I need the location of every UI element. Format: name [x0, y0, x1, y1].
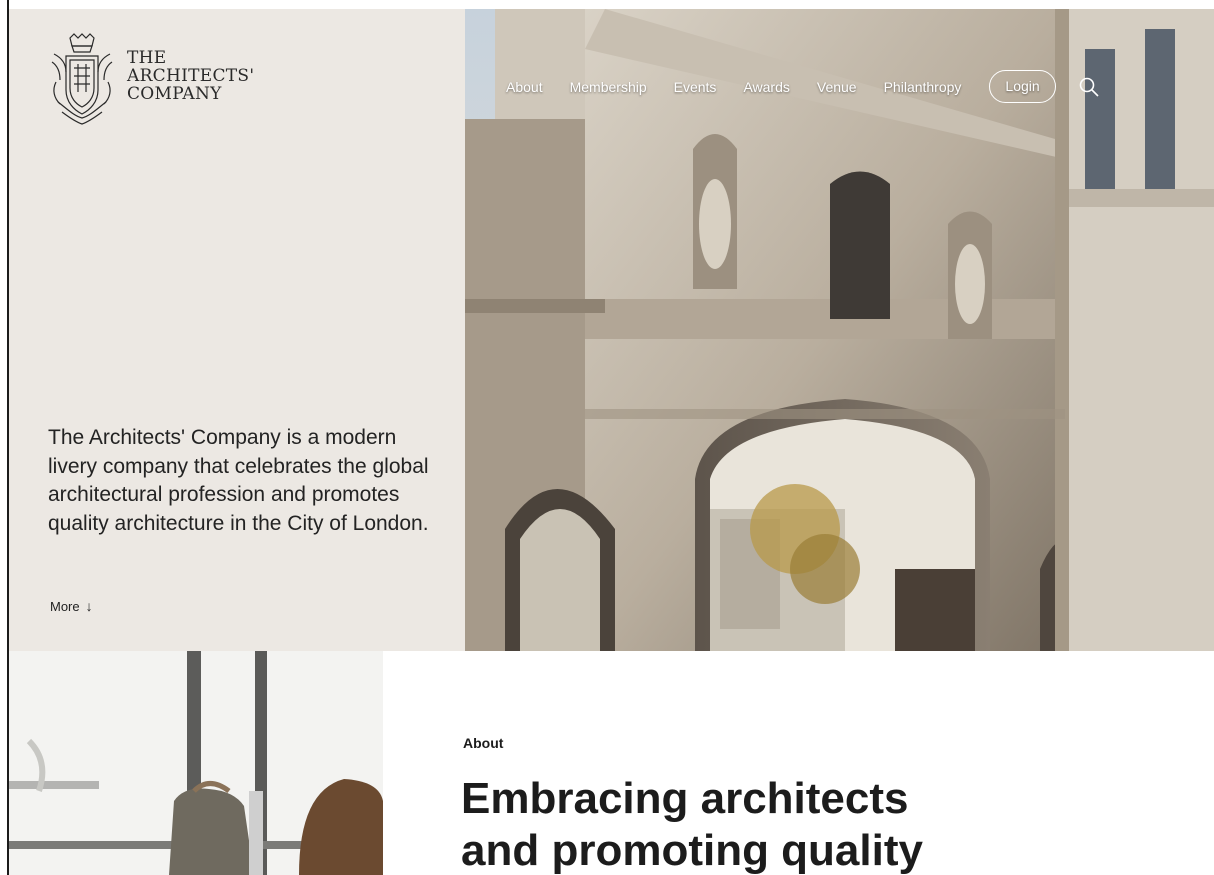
nav-item-venue[interactable]: Venue: [817, 79, 857, 95]
about-heading-line: and promoting quality: [461, 826, 923, 875]
nav-item-events[interactable]: Events: [674, 79, 717, 95]
about-heading-line: Embracing architects: [461, 774, 909, 823]
nav-item-philanthropy[interactable]: Philanthropy: [884, 79, 962, 95]
top-margin: [9, 0, 1214, 9]
logo-line: THE: [127, 48, 167, 68]
about-photo: [9, 651, 383, 875]
search-icon[interactable]: [1078, 76, 1100, 98]
about-eyebrow: About: [463, 735, 504, 751]
nav-item-membership[interactable]: Membership: [570, 79, 647, 95]
main-navigation: About Membership Events Awards Venue Phi…: [506, 70, 1100, 103]
more-label: More: [50, 598, 80, 614]
about-heading: Embracing architects and promoting quali…: [461, 773, 1061, 875]
heraldic-crest-icon: [48, 32, 116, 132]
arrow-down-icon: ↓: [85, 598, 93, 614]
logo-line: ARCHITECTS': [127, 66, 255, 86]
site-logo[interactable]: THE ARCHITECTS' COMPANY: [48, 32, 254, 132]
logo-wordmark: THE ARCHITECTS' COMPANY: [127, 49, 254, 103]
logo-line: COMPANY: [127, 84, 222, 104]
hero-photo-temple-bar: [465, 9, 1214, 651]
nav-item-about[interactable]: About: [506, 79, 543, 95]
more-link[interactable]: More ↓: [50, 598, 93, 614]
nav-item-awards[interactable]: Awards: [743, 79, 789, 95]
hero-intro-text: The Architects' Company is a modern live…: [48, 426, 429, 535]
login-button[interactable]: Login: [989, 70, 1056, 103]
